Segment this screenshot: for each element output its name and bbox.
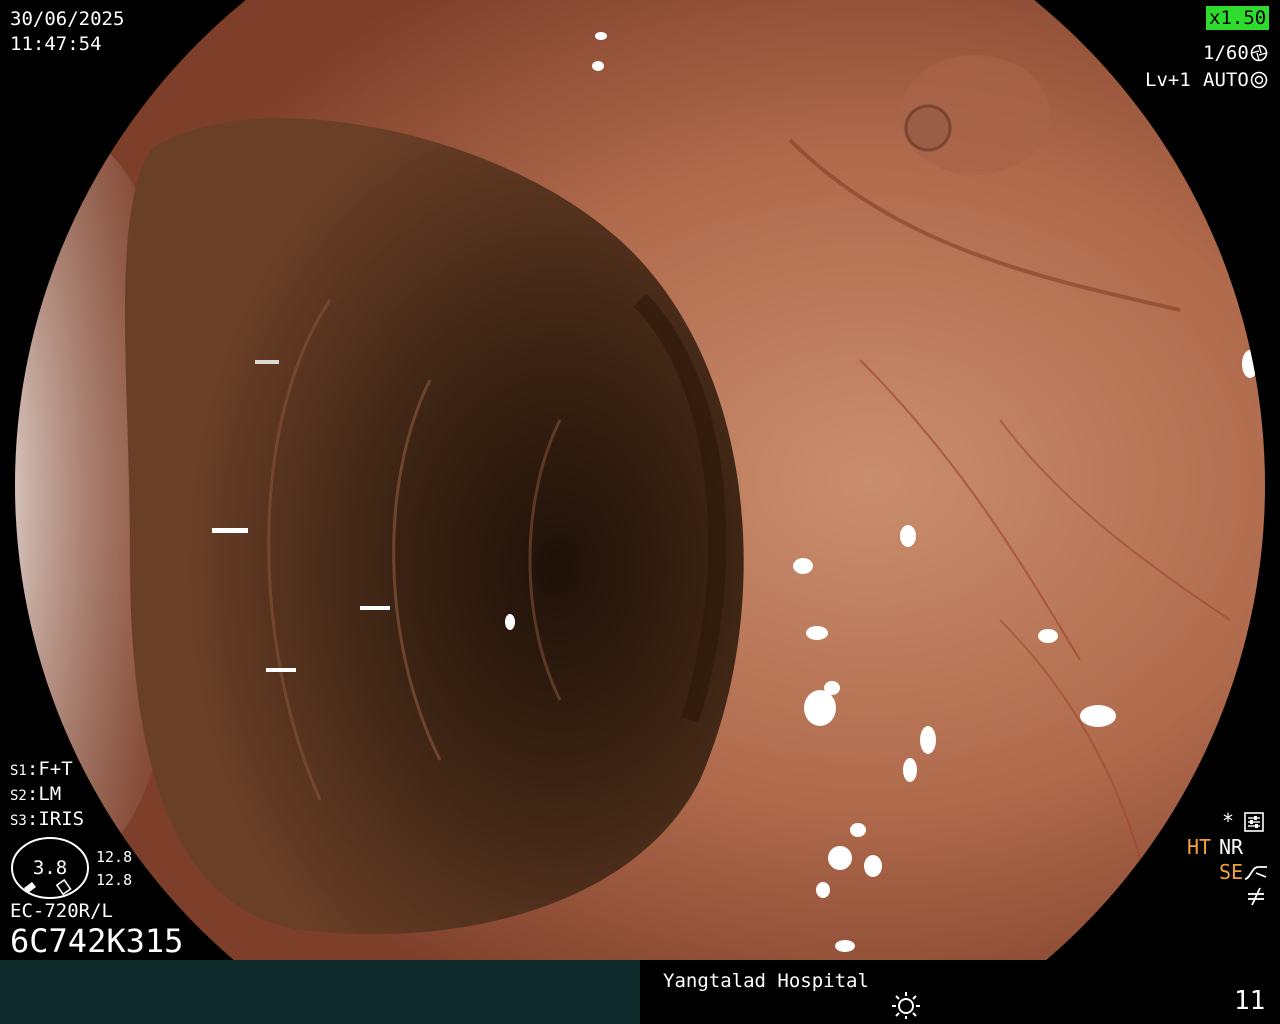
- setting-label: S2: [10, 788, 27, 804]
- not-equal-icon: [1248, 887, 1264, 906]
- gauge-value-bottom: 12.8: [96, 871, 133, 889]
- se-indicator: SE: [1219, 860, 1244, 884]
- scope-model: EC-720R/L: [10, 900, 113, 922]
- status-bar-left: [0, 960, 640, 1024]
- image-counter: 11: [1234, 986, 1266, 1016]
- zoom-badge: x1.50: [1206, 6, 1270, 30]
- scope-serial: 6C742K315: [10, 922, 184, 960]
- setting-label: S1: [10, 763, 27, 779]
- gauge-center-value: 3.8: [33, 857, 67, 879]
- structure-setting-1: S1:F+T: [10, 758, 73, 780]
- endoscope-view: [15, 0, 1265, 960]
- se-curve-icon: [1244, 866, 1267, 880]
- iris-mode: AUTO: [1203, 69, 1249, 91]
- setting-value: IRIS: [38, 808, 85, 830]
- setting-value: F+T: [38, 758, 73, 780]
- iris-icon: [1250, 71, 1268, 89]
- structure-setting-2: S2:LM: [10, 783, 62, 805]
- star-indicator: *: [1222, 809, 1235, 833]
- structure-setting-3: S3:IRIS: [10, 808, 85, 830]
- gauge-value-top: 12.8: [96, 848, 133, 866]
- shutter-icon: [1250, 44, 1268, 62]
- light-icon: [892, 992, 920, 1019]
- date-display: 30/06/2025: [10, 8, 125, 30]
- nr-indicator: NR: [1219, 835, 1244, 859]
- ht-indicator: HT: [1187, 835, 1212, 859]
- enhancement-level: Lv+1: [1145, 69, 1191, 91]
- scope-gauge: 3.8: [11, 837, 89, 899]
- shutter-speed: 1/60: [1203, 42, 1249, 64]
- setting-value: LM: [38, 783, 62, 805]
- settings-icon: [1244, 812, 1264, 832]
- hospital-name: Yangtalad Hospital: [663, 970, 869, 992]
- setting-label: S3: [10, 813, 27, 829]
- time-display: 11:47:54: [10, 33, 102, 55]
